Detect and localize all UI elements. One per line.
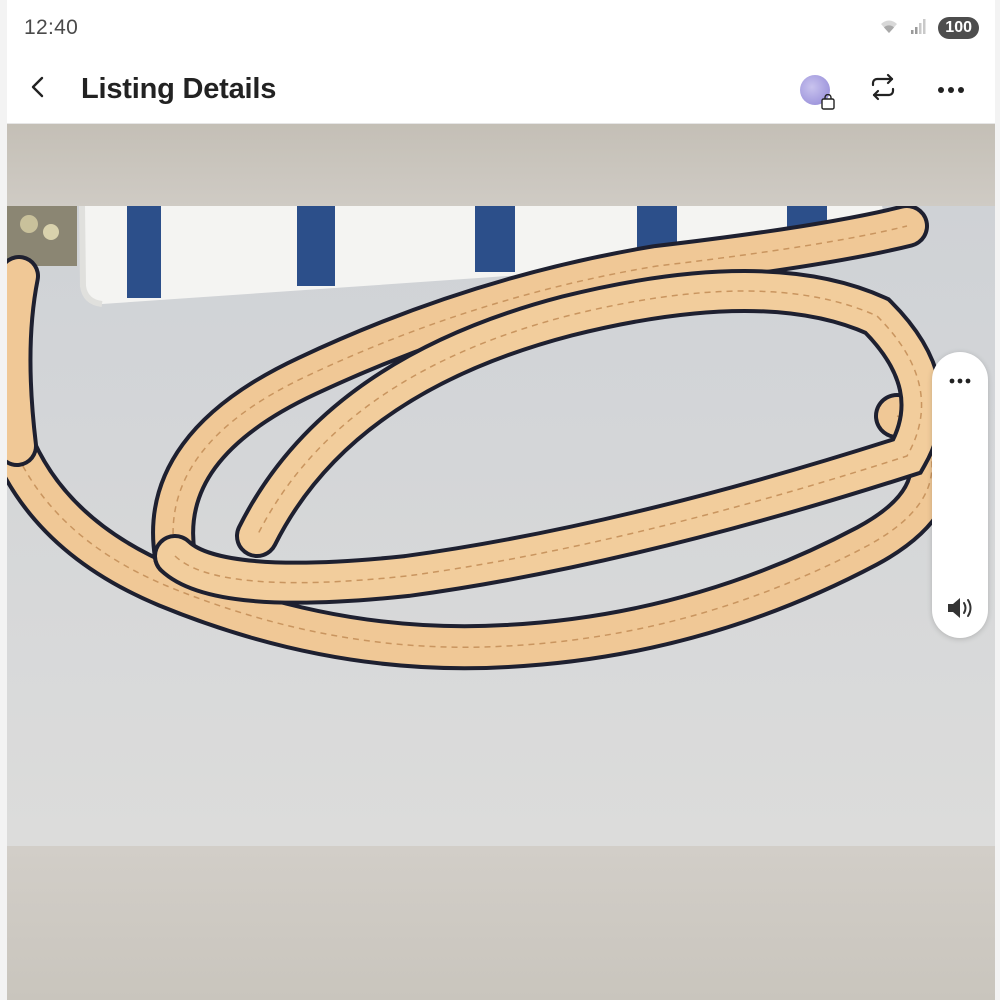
volume-button[interactable] bbox=[932, 590, 988, 630]
screen: 12:40 100 Listing Details bbox=[0, 0, 1000, 1000]
listing-photo[interactable] bbox=[7, 206, 995, 846]
more-options-icon bbox=[949, 371, 971, 389]
status-bar: 12:40 100 bbox=[7, 0, 995, 56]
listing-photo-illustration bbox=[7, 206, 995, 846]
status-icons: 100 bbox=[878, 17, 979, 40]
listing-photo-viewer[interactable] bbox=[7, 124, 995, 1000]
more-options-button[interactable] bbox=[927, 66, 975, 114]
video-side-controls bbox=[932, 352, 988, 638]
status-time: 12:40 bbox=[24, 16, 79, 39]
more-options-icon bbox=[937, 81, 965, 99]
repost-button[interactable] bbox=[859, 66, 907, 114]
left-edge-strip bbox=[0, 0, 7, 1000]
side-more-button[interactable] bbox=[932, 360, 988, 400]
volume-icon bbox=[945, 595, 975, 626]
battery-icon: 100 bbox=[938, 17, 979, 39]
signal-icon bbox=[910, 17, 928, 40]
back-arrow-icon bbox=[27, 75, 51, 104]
back-button[interactable] bbox=[7, 56, 71, 124]
app-bar: Listing Details bbox=[7, 56, 995, 124]
repost-icon bbox=[868, 72, 898, 107]
right-edge-strip bbox=[995, 0, 1000, 1000]
closet-avatar-button[interactable] bbox=[791, 66, 839, 114]
page-title: Listing Details bbox=[81, 73, 277, 105]
photo-letterbox-top bbox=[7, 124, 995, 206]
photo-letterbox-bottom bbox=[7, 846, 995, 1000]
app-bar-actions bbox=[791, 66, 995, 114]
closet-avatar-icon bbox=[800, 74, 835, 110]
wifi-icon bbox=[878, 17, 900, 40]
shopping-bag-icon bbox=[821, 93, 835, 110]
